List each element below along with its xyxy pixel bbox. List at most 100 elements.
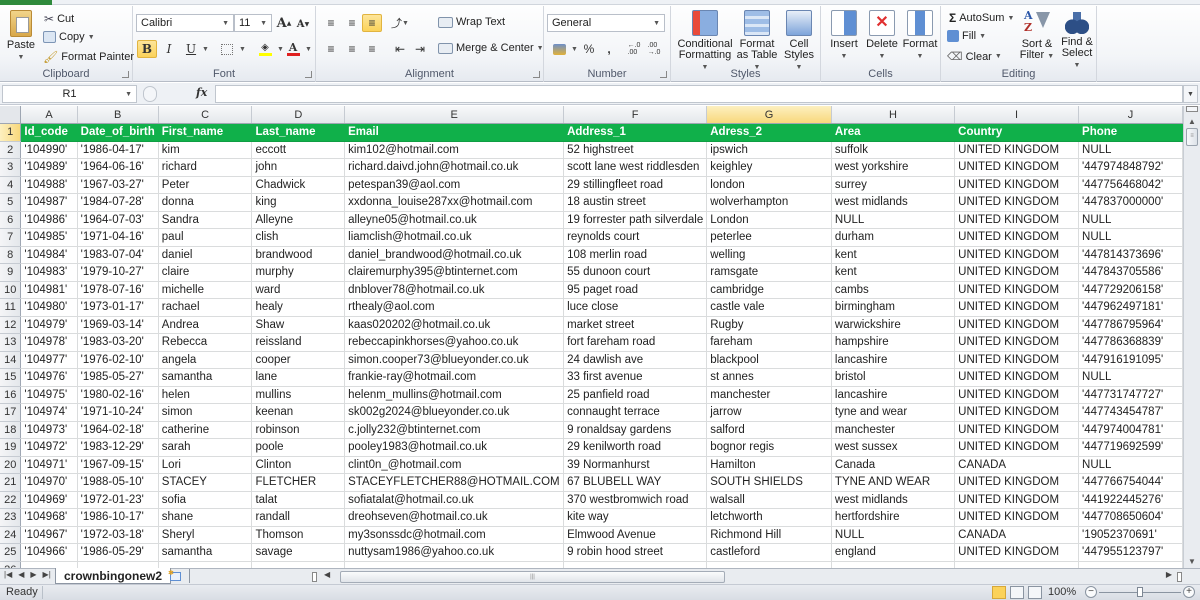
cell[interactable]: '104984' <box>20 246 78 264</box>
cell[interactable]: richard.daivd.john@hotmail.co.uk <box>344 158 565 177</box>
cell[interactable]: '447837000000' <box>1078 193 1183 212</box>
row-header[interactable]: 21 <box>0 473 22 492</box>
fill-color-button[interactable]: ◈ <box>255 40 275 58</box>
row-header[interactable]: 9 <box>0 263 22 282</box>
cell[interactable]: st annes <box>706 368 832 387</box>
find-select-button[interactable]: Find & Select ▼ <box>1057 10 1097 71</box>
cell[interactable]: Lori <box>158 456 253 474</box>
align-left-button[interactable]: ≡ <box>321 40 341 58</box>
cell[interactable]: kite way <box>563 508 708 527</box>
top-align-button[interactable]: ≡ <box>321 14 341 32</box>
cell[interactable]: NULL <box>1078 368 1183 387</box>
cell[interactable]: kent <box>831 263 956 282</box>
cell[interactable]: UNITED KINGDOM <box>954 421 1080 439</box>
select-all-button[interactable] <box>0 106 22 124</box>
cell[interactable]: UNITED KINGDOM <box>954 386 1080 404</box>
cell[interactable] <box>563 561 708 568</box>
row-header[interactable]: 1 <box>0 123 22 142</box>
cell[interactable]: shane <box>158 508 253 527</box>
cell[interactable]: nuttysam1986@yahoo.co.uk <box>344 543 565 562</box>
borders-dropdown-arrow[interactable]: ▼ <box>239 46 246 53</box>
cell[interactable]: letchworth <box>706 508 832 527</box>
column-header-e[interactable]: E <box>344 106 565 124</box>
cell[interactable]: '1967-03-27' <box>77 176 159 194</box>
cell[interactable]: Rebecca <box>158 333 253 352</box>
cell[interactable]: NULL <box>1078 141 1183 159</box>
cell[interactable]: '1983-07-04' <box>77 246 159 264</box>
cell[interactable]: king <box>251 193 346 212</box>
cell[interactable]: peterlee <box>706 228 832 247</box>
cell[interactable]: Alleyne <box>251 211 346 229</box>
row-header[interactable]: 25 <box>0 543 22 562</box>
cell[interactable]: paul <box>158 228 253 247</box>
cell[interactable]: '447962497181' <box>1078 298 1183 317</box>
cell[interactable]: samantha <box>158 543 253 562</box>
cell[interactable]: NULL <box>1078 211 1183 229</box>
cell[interactable]: eccott <box>251 141 346 159</box>
insert-cells-button[interactable]: Insert ▼ <box>825 10 863 62</box>
column-title-cell[interactable]: Country <box>954 123 1080 142</box>
cell[interactable]: frankie-ray@hotmail.com <box>344 368 565 387</box>
cell[interactable]: cooper <box>251 351 346 369</box>
decrease-decimal-button[interactable]: .00 →.0 <box>644 40 664 58</box>
cell[interactable]: 95 paget road <box>563 281 708 299</box>
cell[interactable]: '104981' <box>20 281 78 299</box>
percent-style-button[interactable]: % <box>579 40 599 58</box>
cell[interactable]: tyne and wear <box>831 403 956 422</box>
row-header[interactable]: 10 <box>0 281 22 299</box>
cell[interactable]: UNITED KINGDOM <box>954 438 1080 457</box>
cell[interactable]: '447719692599' <box>1078 438 1183 457</box>
column-header-d[interactable]: D <box>251 106 346 124</box>
cell[interactable]: '104975' <box>20 386 78 404</box>
column-header-h[interactable]: H <box>831 106 956 124</box>
cell[interactable]: reynolds court <box>563 228 708 247</box>
scroll-down-arrow[interactable]: ▼ <box>1184 554 1200 568</box>
alignment-dialog-launcher[interactable] <box>533 71 540 78</box>
cell[interactable]: '1985-05-27' <box>77 368 159 387</box>
cell[interactable]: lancashire <box>831 386 956 404</box>
format-cells-button[interactable]: Format ▼ <box>901 10 939 62</box>
row-header[interactable]: 2 <box>0 141 22 159</box>
cell[interactable]: 39 Normanhurst <box>563 456 708 474</box>
cell[interactable]: 9 ronaldsay gardens <box>563 421 708 439</box>
cell[interactable]: blackpool <box>706 351 832 369</box>
cell[interactable]: Clinton <box>251 456 346 474</box>
cell[interactable]: '104970' <box>20 473 78 492</box>
cell[interactable]: lane <box>251 368 346 387</box>
orientation-button[interactable]: ⤴ ▼ <box>390 14 410 32</box>
zoom-out-button[interactable]: − <box>1085 586 1097 598</box>
cell[interactable]: suffolk <box>831 141 956 159</box>
cell[interactable]: rthealy@aol.com <box>344 298 565 317</box>
cell[interactable]: '447916191095' <box>1078 351 1183 369</box>
cell[interactable]: '1972-03-18' <box>77 526 159 544</box>
row-header[interactable]: 17 <box>0 403 22 422</box>
cell[interactable]: '447743454787' <box>1078 403 1183 422</box>
bottom-align-button[interactable]: ≡ <box>362 14 382 32</box>
cell[interactable]: '447756468042' <box>1078 176 1183 194</box>
cell[interactable]: 67 BLUBELL WAY <box>563 473 708 492</box>
cell[interactable]: rebeccapinkhorses@yahoo.co.uk <box>344 333 565 352</box>
font-color-button[interactable]: A <box>283 40 303 58</box>
cell[interactable]: '104988' <box>20 176 78 194</box>
cell[interactable]: '1986-05-29' <box>77 543 159 562</box>
row-header[interactable]: 22 <box>0 491 22 509</box>
clipboard-dialog-launcher[interactable] <box>122 71 129 78</box>
cell[interactable]: '104987' <box>20 193 78 212</box>
normal-view-button[interactable] <box>992 586 1006 599</box>
cell[interactable]: '1980-02-16' <box>77 386 159 404</box>
cell[interactable]: '104968' <box>20 508 78 527</box>
formula-bar-splitter[interactable] <box>143 86 157 102</box>
cell[interactable]: '104967' <box>20 526 78 544</box>
grow-font-button[interactable]: A ▲ <box>274 14 294 32</box>
cell[interactable] <box>20 561 78 568</box>
decrease-indent-button[interactable]: ⇤ <box>390 40 410 58</box>
cell[interactable]: clish <box>251 228 346 247</box>
page-layout-view-button[interactable] <box>1010 586 1024 599</box>
cell[interactable]: england <box>831 543 956 562</box>
row-header[interactable]: 11 <box>0 298 22 317</box>
expand-formula-bar-button[interactable]: ▼ <box>1183 85 1198 103</box>
cell[interactable]: mullins <box>251 386 346 404</box>
align-right-button[interactable]: ≡ <box>362 40 382 58</box>
cell[interactable]: helen <box>158 386 253 404</box>
cell[interactable]: catherine <box>158 421 253 439</box>
